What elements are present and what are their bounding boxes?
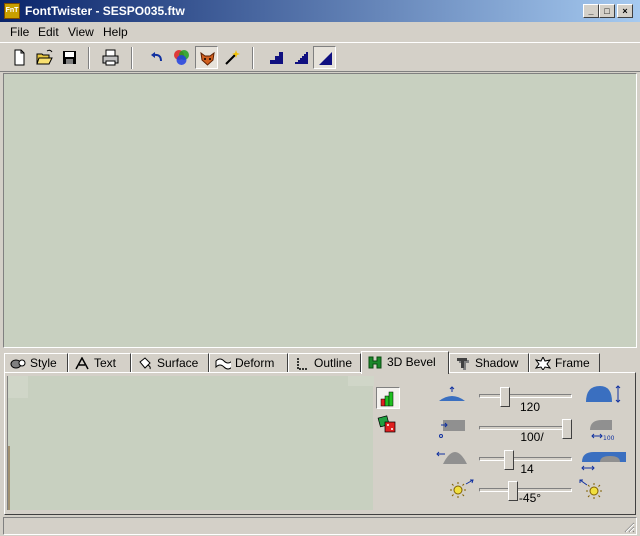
width-value: 14	[520, 462, 534, 476]
light-low-icon	[450, 479, 474, 498]
dice-icon	[377, 415, 396, 433]
tab-frame[interactable]: Frame	[529, 353, 600, 373]
light-high-icon	[579, 479, 602, 499]
quality-high-icon[interactable]	[313, 46, 336, 69]
maximize-button[interactable]: □	[599, 4, 615, 18]
quality-low-icon[interactable]	[265, 46, 288, 69]
tab-label: Outline	[314, 356, 353, 370]
tab-label: Text	[94, 356, 117, 370]
undo-icon[interactable]	[145, 46, 168, 69]
bevel-icon	[368, 356, 382, 369]
new-icon[interactable]	[8, 46, 31, 69]
tab-shadow[interactable]: Shadow	[449, 353, 529, 373]
style-icon	[10, 359, 26, 369]
canvas[interactable]	[3, 73, 637, 348]
close-button[interactable]: ×	[617, 4, 633, 18]
bevel-height-high-icon	[586, 385, 621, 403]
fox-icon[interactable]	[195, 46, 218, 69]
randomize-button[interactable]	[376, 414, 400, 436]
color-icon[interactable]	[170, 46, 193, 69]
menu-view[interactable]: View	[68, 25, 94, 39]
profile-slider-thumb[interactable]	[562, 419, 572, 439]
text-icon	[75, 357, 89, 370]
toolbar-separator	[252, 47, 254, 69]
status-bar	[3, 517, 637, 535]
resize-grip-icon[interactable]	[623, 521, 635, 533]
height-slider-track[interactable]	[479, 394, 572, 398]
menu-file[interactable]: File	[10, 25, 29, 39]
bar-chart-icon	[380, 391, 394, 407]
preview-corner	[8, 376, 28, 398]
title-bar: FnT FontTwister - SESPO035.ftw _ □ ×	[0, 0, 640, 22]
menu-bar: File Edit View Help	[0, 22, 640, 42]
preview-edge	[8, 446, 10, 510]
frame-icon	[535, 357, 551, 370]
svg-text:100: 100	[603, 435, 615, 442]
app-icon: FnT	[4, 3, 20, 19]
magic-wand-icon[interactable]	[220, 46, 243, 69]
bevel-preview	[7, 376, 374, 510]
bevel-graph-button[interactable]	[376, 387, 400, 409]
tab-deform[interactable]: Deform	[209, 353, 288, 373]
bevel-width-low-icon	[436, 451, 467, 464]
deform-icon	[215, 358, 231, 370]
tab-surface[interactable]: Surface	[131, 353, 209, 373]
bevel-profile-low-icon	[439, 420, 465, 438]
toolbar	[0, 42, 640, 72]
preview-corner	[348, 376, 374, 386]
toolbar-separator	[88, 47, 90, 69]
bevel-profile-high-icon: 100	[590, 420, 615, 442]
toolbar-separator	[131, 47, 133, 69]
save-icon[interactable]	[58, 46, 81, 69]
menu-help[interactable]: Help	[103, 25, 128, 39]
tab-label: Shadow	[475, 356, 519, 370]
tab-label: Frame	[555, 356, 590, 370]
menu-edit[interactable]: Edit	[38, 25, 59, 39]
tab-label: Surface	[157, 356, 199, 370]
minimize-button[interactable]: _	[583, 4, 599, 18]
tab-strip: Style Text Surface Deform Outline 3D Bev…	[4, 351, 636, 374]
tab-text[interactable]: Text	[68, 353, 131, 373]
bevel-height-low-icon	[439, 386, 465, 401]
tab-label: Deform	[235, 356, 275, 370]
bevel-width-high-icon	[581, 452, 626, 471]
shadow-icon	[457, 358, 469, 370]
outline-icon	[297, 358, 308, 370]
surface-icon	[139, 357, 151, 370]
profile-value: 100/	[520, 430, 544, 444]
open-icon[interactable]	[33, 46, 56, 69]
print-icon[interactable]	[99, 46, 122, 69]
width-slider-track[interactable]	[479, 457, 572, 461]
tab-style[interactable]: Style	[4, 353, 68, 373]
light-value: -45°	[518, 491, 542, 505]
height-value: 120	[519, 400, 541, 414]
tab-label: Style	[30, 356, 57, 370]
quality-medium-icon[interactable]	[290, 46, 313, 69]
tab-label: 3D Bevel	[387, 355, 436, 369]
tab-outline[interactable]: Outline	[288, 353, 361, 373]
tab-3d-bevel[interactable]: 3D Bevel	[361, 351, 449, 374]
window-title: FontTwister - SESPO035.ftw	[25, 4, 185, 18]
